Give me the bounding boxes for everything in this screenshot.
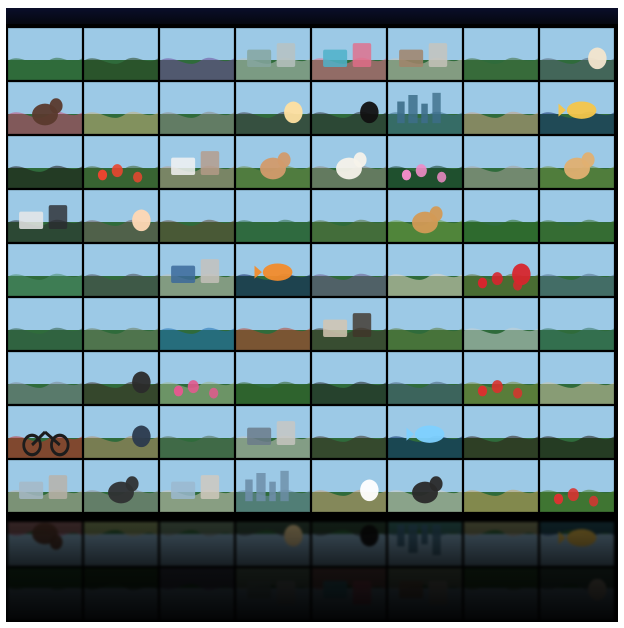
photo-tile-zen-stones-flower (160, 352, 234, 404)
photo-tile-lavender-field (160, 28, 234, 80)
photo-tile-living-room (236, 28, 310, 80)
photo-tile-vanity-room (160, 136, 234, 188)
reflection-tile-camera-sunset (312, 522, 386, 566)
photo-tile-zen-stones-sunset (84, 352, 158, 404)
photo-tile-puppy-lying (388, 460, 462, 512)
photo-tile-dog-field (540, 136, 614, 188)
photo-tile-dark-restaurant (8, 136, 82, 188)
photo-tile-lake-island (540, 298, 614, 350)
photo-tile-city-skyline (388, 82, 462, 134)
photo-tile-beach-drink (540, 352, 614, 404)
photo-tile-food-bowl (540, 406, 614, 458)
photo-tile-bare-trees (84, 244, 158, 296)
photo-tile-sea-rocks (160, 82, 234, 134)
photo-tile-cat-garden (236, 136, 310, 188)
photo-tile-bicycle-red (8, 406, 82, 458)
photo-wall-frame (6, 8, 618, 622)
photo-tile-forest-hills (8, 298, 82, 350)
photo-tile-river-forest (236, 190, 310, 242)
photo-tile-coral-reef (236, 244, 310, 296)
photo-tile-elephant (312, 190, 386, 242)
reflection-tile-city-skyline (388, 522, 462, 566)
top-band (6, 8, 618, 24)
photo-tile-red-flowers (540, 460, 614, 512)
photo-tile-yellow-wall-chair (312, 28, 386, 80)
photo-tile-notebook-camera (464, 298, 538, 350)
photo-tile-pine-cones (160, 190, 234, 242)
photo-tile-lake-dusk (540, 28, 614, 80)
reflection-tile-living-room (236, 568, 310, 620)
photo-tile-camera-sunset (312, 82, 386, 134)
photo-tile-mountain-trees (160, 406, 234, 458)
reflection-tile-sunset-sea (236, 522, 310, 566)
photo-wall (6, 26, 618, 522)
photo-tile-green-bokeh (236, 352, 310, 404)
photo-tile-poppies-sunset (464, 244, 538, 296)
photo-tile-cactus-bowl (8, 244, 82, 296)
photo-tile-fern-sun (464, 190, 538, 242)
photo-tile-shrimp-plate (312, 352, 386, 404)
wall-reflection (6, 522, 618, 622)
photo-tile-beach-dusk (84, 190, 158, 242)
reflection-content (6, 522, 618, 622)
photo-tile-hammock (8, 352, 82, 404)
reflection-tile-phone-hands (464, 522, 538, 566)
photo-tile-poppy-meadow (464, 352, 538, 404)
photo-tile-white-office (236, 406, 310, 458)
reflection-tile-lavender-field (160, 568, 234, 620)
photo-tile-bedroom-pastel (160, 460, 234, 512)
photo-tile-fruit-platter (236, 298, 310, 350)
photo-tile-balloon-sky (388, 244, 462, 296)
reflection-tile-forest-sunburst (84, 568, 158, 620)
photo-tile-phone-hands (464, 82, 538, 134)
photo-tile-white-chair (160, 244, 234, 296)
photo-tile-woman-sunset-beach (84, 406, 158, 458)
photo-tile-tree-roots (312, 406, 386, 458)
photo-tile-red-flowers-sky (84, 136, 158, 188)
photo-tile-purple-dawn (312, 244, 386, 296)
photo-tile-girl-hat (84, 298, 158, 350)
reflection-tile-sea-rocks (160, 522, 234, 566)
reflection-tile-puppies-pink (8, 522, 82, 566)
photo-tile-mountain-lake (540, 244, 614, 296)
photo-tile-vegetables-house (540, 190, 614, 242)
photo-tile-sunset-sea (236, 82, 310, 134)
photo-tile-underwater-fish (388, 406, 462, 458)
reflection-tile-winding-road (464, 568, 538, 620)
photo-tile-fur-rug (464, 136, 538, 188)
reflection-tile-tropical-fish (540, 522, 614, 566)
photo-tile-desk-items (312, 298, 386, 350)
photo-tile-pool-float (160, 298, 234, 350)
reflection-tile-lake-mountains (8, 568, 82, 620)
reflection-tile-bright-interior (388, 568, 462, 620)
reflection-tile-lake-dusk (540, 568, 614, 620)
photo-tile-dark-office (8, 190, 82, 242)
photo-tile-beach-sunset (312, 460, 386, 512)
photo-tile-forest-sunburst (84, 28, 158, 80)
photo-tile-water-lily (388, 136, 462, 188)
photo-tile-puppy-grass (388, 190, 462, 242)
photo-tile-tabby-cat (312, 136, 386, 188)
photo-tile-bedroom-window (8, 460, 82, 512)
photo-tile-persian-cat (84, 460, 158, 512)
photo-tile-city-coast (236, 460, 310, 512)
photo-tile-stone-cairn (388, 298, 462, 350)
photo-tile-rooster (464, 460, 538, 512)
photo-tile-puppies-pink (8, 82, 82, 134)
photo-tile-tropical-fish (540, 82, 614, 134)
photo-tile-sea-horizon (388, 352, 462, 404)
photo-tile-bright-interior (388, 28, 462, 80)
photo-tile-wood-table (464, 406, 538, 458)
photo-tile-cocktail-beach (84, 82, 158, 134)
photo-tile-winding-road (464, 28, 538, 80)
reflection-tile-cocktail-beach (84, 522, 158, 566)
photo-tile-lake-mountains (8, 28, 82, 80)
reflection-tile-yellow-wall-chair (312, 568, 386, 620)
